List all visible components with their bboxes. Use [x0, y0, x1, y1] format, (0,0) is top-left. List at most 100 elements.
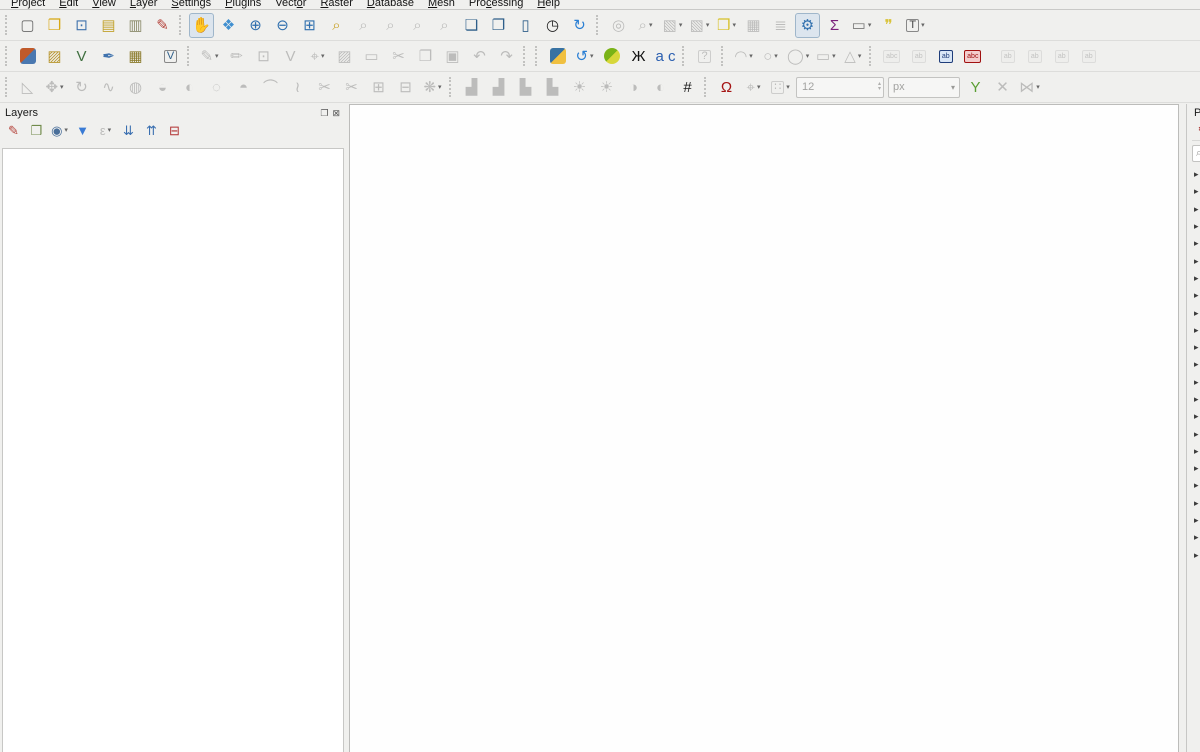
manage-map-themes-dropdown-icon[interactable]: ▾: [64, 126, 68, 134]
add-part[interactable]: ◒: [150, 75, 175, 100]
rotate-feature[interactable]: ↻: [69, 75, 94, 100]
expand-arrow-icon[interactable]: ▸: [1194, 532, 1199, 543]
processing-tree-item[interactable]: ▸: [1192, 356, 1200, 373]
expand-arrow-icon[interactable]: ▸: [1194, 256, 1199, 267]
processing-tree-item[interactable]: ▸: [1192, 218, 1200, 235]
expand-arrow-icon[interactable]: ▸: [1194, 342, 1199, 353]
snapping-mode[interactable]: ⌖▾: [741, 75, 766, 100]
statistical-summary[interactable]: Σ: [822, 13, 847, 38]
close-panel-icon[interactable]: ⊠: [332, 108, 340, 119]
circular-string-digitize[interactable]: ◠▾: [731, 44, 756, 69]
add-raster-layer[interactable]: ▨: [42, 44, 67, 69]
expand-arrow-icon[interactable]: ▸: [1194, 377, 1199, 388]
move-feature[interactable]: ✥▾: [42, 75, 67, 100]
show-layout-manager[interactable]: ▥: [123, 13, 148, 38]
menu-mesh[interactable]: Mesh: [421, 0, 462, 10]
delete-selected[interactable]: ▭: [359, 44, 384, 69]
show-hide-labels[interactable]: ab: [995, 44, 1020, 69]
local-cumulative-stretch[interactable]: ▙: [513, 75, 538, 100]
python-console[interactable]: [545, 44, 570, 69]
help-contents[interactable]: ?: [692, 44, 717, 69]
circular-string-digitize-dropdown-icon[interactable]: ▾: [749, 52, 753, 60]
show-bookmark-manager[interactable]: ▯: [513, 13, 538, 38]
toolbar-grip[interactable]: [869, 46, 875, 66]
style-manager[interactable]: ✎: [150, 13, 175, 38]
ellipse-digitize-dropdown-icon[interactable]: ▾: [806, 52, 810, 60]
rerun-last-operation-dropdown-icon[interactable]: ▾: [590, 52, 594, 60]
cad-tools[interactable]: ◺: [15, 75, 40, 100]
zoom-to-layer[interactable]: ⌕: [351, 13, 376, 38]
filter-legend-by-expression-dropdown-icon[interactable]: ▾: [108, 126, 112, 134]
delete-part[interactable]: ◓: [231, 75, 256, 100]
processing-tree-item[interactable]: ▸: [1192, 166, 1200, 183]
processing-tree-item[interactable]: ▸: [1192, 408, 1200, 425]
expand-arrow-icon[interactable]: ▸: [1194, 186, 1199, 197]
local-histogram-stretch[interactable]: ▟: [459, 75, 484, 100]
new-project[interactable]: ▢: [15, 13, 40, 38]
processing-search-box[interactable]: ⌕: [1192, 145, 1200, 162]
processing-tree-item[interactable]: ▸: [1192, 322, 1200, 339]
topological-editing[interactable]: Y: [963, 75, 988, 100]
menu-vector[interactable]: Vector: [268, 0, 313, 10]
rectangle-digitize[interactable]: ▭▾: [813, 44, 838, 69]
pin-unpin-labels[interactable]: abc: [960, 44, 985, 69]
select-features-dropdown-icon[interactable]: ▾: [679, 21, 683, 29]
processing-tree-item[interactable]: ▸: [1192, 391, 1200, 408]
pan-map[interactable]: ✋: [189, 13, 214, 38]
circle-digitize-dropdown-icon[interactable]: ▾: [774, 52, 778, 60]
toolbar-grip[interactable]: [187, 46, 193, 66]
measure-line-dropdown-icon[interactable]: ▾: [868, 21, 872, 29]
menu-plugins[interactable]: Plugins: [218, 0, 268, 10]
layer-labeling-options[interactable]: abc: [879, 44, 904, 69]
open-project[interactable]: ❒: [42, 13, 67, 38]
toolbar-grip[interactable]: [721, 46, 727, 66]
zoom-next[interactable]: ⌕: [432, 13, 457, 38]
menu-help[interactable]: Help: [530, 0, 567, 10]
deselect-features-all-layers[interactable]: ❒▾: [714, 13, 739, 38]
pan-to-selection[interactable]: ❖: [216, 13, 241, 38]
processing-options[interactable]: ⚙: [1193, 120, 1200, 138]
zoom-in[interactable]: ⊕: [243, 13, 268, 38]
processing-tree-item[interactable]: ▸: [1192, 460, 1200, 477]
rerun-last-operation[interactable]: ↺▾: [572, 44, 597, 69]
expand-arrow-icon[interactable]: ▸: [1194, 308, 1199, 319]
regular-polygon-digitize[interactable]: △▾: [840, 44, 865, 69]
offset-curve[interactable]: ⌒: [258, 75, 283, 100]
vertex-tool[interactable]: ⌖▾: [305, 44, 330, 69]
expand-arrow-icon[interactable]: ▸: [1194, 498, 1199, 509]
snapping-units[interactable]: px▾: [888, 77, 960, 98]
processing-tree-item[interactable]: ▸: [1192, 287, 1200, 304]
bug-plugin[interactable]: Ж: [626, 44, 651, 69]
merge-selected-features[interactable]: ⊞: [366, 75, 391, 100]
processing-tree-item[interactable]: ▸: [1192, 235, 1200, 252]
toolbar-grip[interactable]: [682, 46, 688, 66]
new-spatial-bookmark[interactable]: ❏: [459, 13, 484, 38]
current-edits-dropdown-icon[interactable]: ▾: [215, 52, 219, 60]
processing-tree-item[interactable]: ▸: [1192, 374, 1200, 391]
save-project[interactable]: ⊡: [69, 13, 94, 38]
expand-arrow-icon[interactable]: ▸: [1194, 204, 1199, 215]
open-layer-styling-panel[interactable]: ✎: [3, 120, 24, 140]
add-feature[interactable]: V: [278, 44, 303, 69]
circle-digitize[interactable]: ○▾: [758, 44, 783, 69]
grid[interactable]: #: [675, 75, 700, 100]
delete-ring[interactable]: ◌: [204, 75, 229, 100]
full-cumulative-stretch[interactable]: ▙: [540, 75, 565, 100]
menu-layer[interactable]: Layer: [123, 0, 165, 10]
run-feature-action-dropdown-icon[interactable]: ▾: [649, 21, 653, 29]
expand-arrow-icon[interactable]: ▸: [1194, 221, 1199, 232]
split-features[interactable]: ✂: [339, 75, 364, 100]
collapse-all[interactable]: ⇈: [141, 120, 162, 140]
expand-arrow-icon[interactable]: ▸: [1194, 238, 1199, 249]
zoom-to-selection[interactable]: ⌕: [324, 13, 349, 38]
increase-contrast[interactable]: ◑: [621, 75, 646, 100]
processing-tree-item[interactable]: ▸: [1192, 339, 1200, 356]
map-tips[interactable]: ❞: [876, 13, 901, 38]
remove-layer-group[interactable]: ⊟: [164, 120, 185, 140]
refresh-map[interactable]: ↻: [567, 13, 592, 38]
toolbar-grip[interactable]: [704, 77, 710, 97]
processing-tree-item[interactable]: ▸: [1192, 512, 1200, 529]
rotate-point-symbols-dropdown-icon[interactable]: ▾: [438, 83, 442, 91]
decrease-brightness[interactable]: ☀: [594, 75, 619, 100]
zoom-last[interactable]: ⌕: [405, 13, 430, 38]
